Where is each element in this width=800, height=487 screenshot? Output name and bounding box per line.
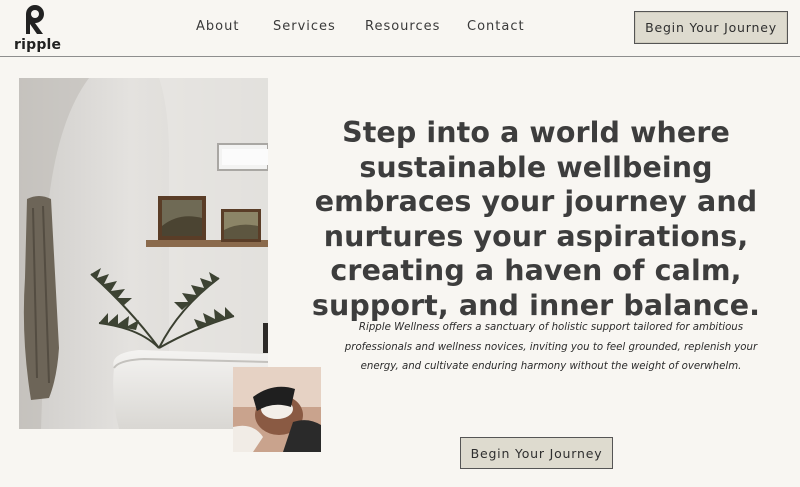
brand-logo[interactable]: ripple	[12, 3, 62, 53]
nav-link-about[interactable]: About	[196, 19, 239, 34]
nav-link-resources[interactable]: Resources	[365, 19, 440, 34]
hero-headline: Step into a world where sustainable well…	[311, 116, 761, 322]
nav-link-services[interactable]: Services	[273, 19, 336, 34]
brand-name: ripple	[14, 37, 62, 53]
bathroom-hero-image	[19, 78, 268, 429]
hero-begin-journey-button[interactable]: Begin Your Journey	[460, 437, 613, 469]
ripple-r-logo-icon	[26, 5, 44, 34]
hero-intro-text: Ripple Wellness offers a sanctuary of ho…	[344, 322, 758, 372]
facial-treatment-image	[233, 367, 321, 452]
nav-link-contact[interactable]: Contact	[467, 19, 525, 34]
header-begin-journey-button[interactable]: Begin Your Journey	[634, 11, 788, 44]
site-header: ripple About Services Resources Contact …	[0, 0, 800, 57]
